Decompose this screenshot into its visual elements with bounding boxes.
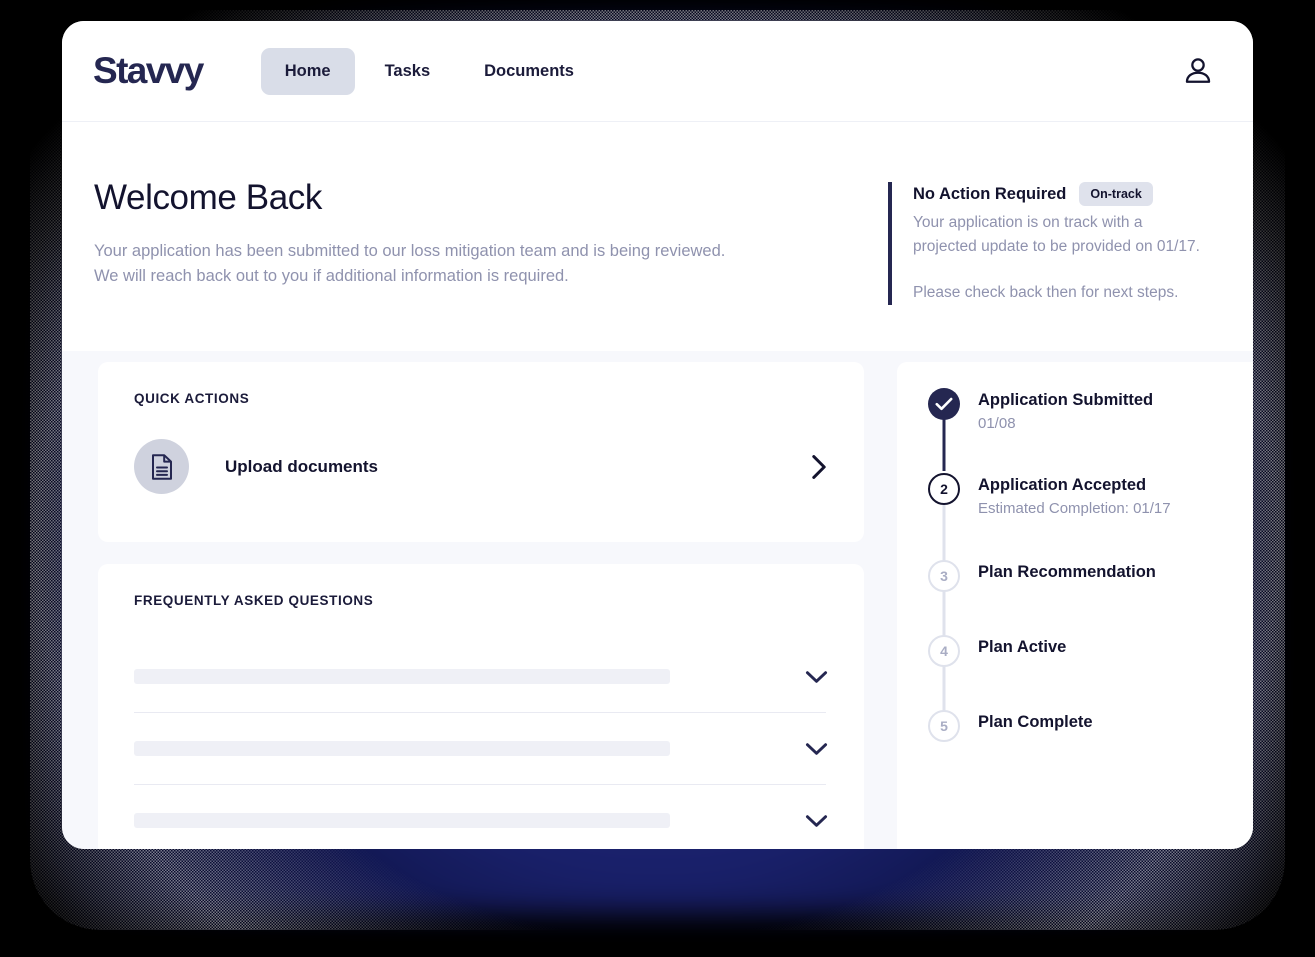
timeline-step-plan-active: 4 Plan Active [926, 635, 1253, 740]
timeline-marker: 2 [926, 473, 962, 568]
timeline-step-application-accepted: 2 Application Accepted Estimated Complet… [926, 473, 1253, 568]
timeline-step-sub: 01/08 [978, 415, 1016, 432]
faq-row[interactable] [134, 785, 828, 849]
hero-subtitle-line1: Your application has been submitted to o… [94, 242, 726, 260]
timeline-node-future: 3 [928, 560, 960, 592]
quick-action-label: Upload documents [225, 456, 379, 476]
faq-question-placeholder [134, 813, 670, 828]
nav-item-tasks[interactable]: Tasks [361, 48, 455, 95]
content-area: QUICK ACTIONS Upload documents FREQUENTL… [62, 351, 1253, 849]
quick-actions-heading: QUICK ACTIONS [134, 391, 250, 406]
quick-actions-card: QUICK ACTIONS Upload documents [98, 362, 864, 542]
timeline-step-sub: Estimated Completion: 01/17 [978, 500, 1171, 517]
timeline-step-plan-recommendation: 3 Plan Recommendation [926, 560, 1253, 665]
status-secondary-text: Please check back then for next steps. [913, 284, 1179, 301]
timeline-step-title: Plan Complete [978, 713, 1093, 731]
account-person-icon[interactable] [1181, 54, 1215, 88]
main-nav: Home Tasks Documents [260, 47, 598, 95]
timeline-marker: 4 [926, 635, 962, 740]
status-callout: No Action Required On-track Your applica… [888, 182, 1222, 305]
app-window: Stavvy Home Tasks Documents Welcome Back… [62, 21, 1253, 849]
timeline-step-title: Application Accepted [978, 476, 1147, 494]
timeline-step-title: Plan Active [978, 638, 1067, 656]
timeline-node-future: 5 [928, 710, 960, 742]
timeline-connector [942, 503, 946, 568]
chevron-right-icon[interactable] [810, 454, 828, 480]
hero-section: Welcome Back Your application has been s… [62, 122, 1253, 351]
app-header: Stavvy Home Tasks Documents [62, 21, 1253, 122]
status-badge: On-track [1079, 182, 1153, 206]
screen-root: Stavvy Home Tasks Documents Welcome Back… [0, 0, 1315, 957]
check-icon [935, 397, 953, 411]
timeline-step-body: Plan Active [962, 635, 1066, 667]
chevron-down-icon[interactable] [805, 814, 828, 828]
timeline-step-title: Plan Recommendation [978, 563, 1156, 581]
timeline-step-plan-complete: 5 Plan Complete [926, 710, 1253, 742]
status-title: No Action Required [913, 184, 1067, 203]
status-description-line2: projected update to be provided on 01/17… [913, 238, 1200, 255]
timeline-node-current: 2 [928, 473, 960, 505]
timeline-step-title: Application Submitted [978, 391, 1154, 409]
status-header: No Action Required On-track [913, 182, 1222, 206]
quick-action-upload-documents[interactable]: Upload documents [134, 439, 828, 494]
chevron-down-icon[interactable] [805, 670, 828, 684]
page-title: Welcome Back [94, 178, 322, 217]
faq-row[interactable] [134, 713, 828, 784]
status-description: Your application is on track with a proj… [913, 211, 1213, 259]
timeline-step-application-submitted: Application Submitted 01/08 [926, 388, 1253, 471]
timeline-connector [942, 418, 946, 471]
faq-heading: FREQUENTLY ASKED QUESTIONS [134, 593, 374, 608]
nav-item-home[interactable]: Home [260, 47, 355, 95]
right-column: Application Submitted 01/08 2 Applicatio… [897, 362, 1253, 849]
hero-left: Welcome Back Your application has been s… [93, 178, 888, 305]
timeline-marker: 3 [926, 560, 962, 665]
timeline-step-body: Plan Complete [962, 710, 1093, 742]
hero-subtitle: Your application has been submitted to o… [94, 239, 809, 289]
timeline-step-body: Plan Recommendation [962, 560, 1156, 592]
left-column: QUICK ACTIONS Upload documents FREQUENTL… [62, 362, 864, 849]
status-description-line1: Your application is on track with a [913, 214, 1143, 231]
chevron-down-icon[interactable] [805, 742, 828, 756]
timeline-node-future: 4 [928, 635, 960, 667]
faq-question-placeholder [134, 741, 670, 756]
faq-row[interactable] [134, 641, 828, 712]
faq-card: FREQUENTLY ASKED QUESTIONS [98, 564, 864, 849]
timeline-step-body: Application Accepted Estimated Completio… [962, 473, 1171, 517]
nav-item-documents[interactable]: Documents [460, 48, 598, 95]
document-icon-badge [134, 439, 189, 494]
progress-timeline: Application Submitted 01/08 2 Applicatio… [897, 362, 1253, 849]
document-icon [151, 453, 172, 480]
hero-subtitle-line2: We will reach back out to you if additio… [94, 267, 569, 285]
stavvy-logo[interactable]: Stavvy [93, 50, 204, 92]
timeline-marker: 5 [926, 710, 962, 742]
timeline-step-body: Application Submitted 01/08 [962, 388, 1153, 432]
timeline-marker [926, 388, 962, 471]
faq-question-placeholder [134, 669, 670, 684]
timeline-node-done [928, 388, 960, 420]
